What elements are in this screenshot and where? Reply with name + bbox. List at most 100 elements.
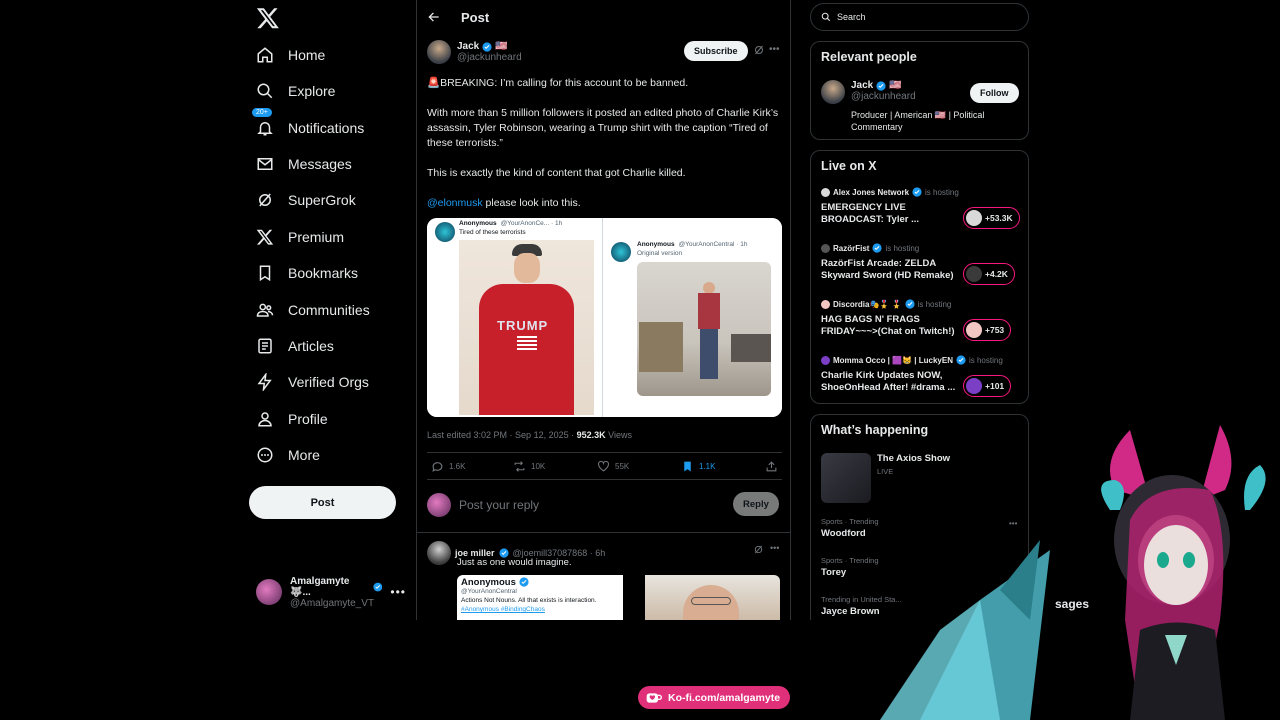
divider (417, 532, 790, 533)
post-header: Post (417, 0, 790, 34)
verified-badge-icon (912, 187, 922, 197)
nav-verified-orgs[interactable]: Verified Orgs (248, 364, 369, 400)
nav-label: SuperGrok (288, 192, 356, 208)
bell-icon (257, 122, 273, 136)
verified-badge-icon (872, 243, 883, 253)
post-button[interactable]: Post (249, 486, 396, 519)
host-avatar (821, 355, 830, 365)
heart-icon (598, 460, 609, 471)
post-text-paragraph: This is exactly the kind of content that… (427, 167, 686, 179)
follow-button[interactable]: Follow (970, 83, 1019, 103)
bookmark-count: 1.1K (699, 461, 716, 471)
host-avatar (821, 299, 830, 309)
post-text-paragraph: @elonmusk please look into this. (427, 196, 782, 211)
repost-action[interactable]: 10K (513, 460, 545, 473)
reply-count: 1.6K (449, 461, 466, 471)
listener-avatar (966, 322, 982, 338)
nav-notifications[interactable]: 20+ Notifications (248, 108, 365, 146)
search-bar[interactable] (810, 3, 1029, 31)
verified-badge-icon (876, 80, 886, 91)
nav-label: More (288, 447, 320, 463)
bolt-icon (257, 373, 272, 391)
bookmark-icon (684, 461, 691, 471)
host-status: is hosting (968, 355, 1003, 365)
comment-text: Just as one would imagine. (457, 557, 572, 568)
repost-icon (514, 460, 525, 472)
live-listener-count[interactable]: +4.2K (963, 263, 1015, 285)
mention-link[interactable]: @elonmusk (427, 197, 483, 209)
nav-label: Verified Orgs (288, 374, 369, 390)
more-dots-icon[interactable]: ••• (770, 543, 779, 553)
quote-hashtags: #Anonymous #BindingChaos (461, 606, 545, 613)
comment-media[interactable]: Anonymous @YourAnonCentral Actions Not N… (457, 575, 782, 620)
coffee-cup-icon (646, 692, 662, 703)
live-item[interactable]: Discordia🎭🎖️ 🎖️ is hosting HAG BAGS N' FR… (821, 299, 1021, 349)
like-action[interactable]: 55K (597, 460, 629, 473)
search-icon (257, 83, 273, 99)
avatar (427, 541, 451, 565)
live-item[interactable]: Alex Jones Network is hosting EMERGENCY L… (821, 187, 1021, 237)
quote-handle: @YourAnonCentral (461, 588, 517, 595)
grok-icon (259, 193, 271, 207)
subscribe-button[interactable]: Subscribe (684, 41, 748, 61)
nav-profile[interactable]: Profile (248, 401, 328, 437)
relevant-people-card: Relevant people Jack 🇺🇸 @jackunheard Pro… (810, 41, 1029, 140)
live-title: HAG BAGS N' FRAGS FRIDAY~~~>(Chat on Twi… (821, 314, 955, 337)
listener-avatar (966, 210, 982, 226)
live-listener-count[interactable]: +753 (963, 319, 1012, 341)
post-author[interactable]: Jack 🇺🇸 @jackunheard (427, 40, 522, 64)
nav-premium[interactable]: Premium (248, 219, 344, 255)
reply-icon (432, 461, 443, 472)
flag-icon: 🇺🇸 (889, 80, 902, 91)
home-icon (257, 47, 273, 63)
post-media[interactable]: Anonymous @YourAnonCe... · 1h Tired of th… (427, 218, 782, 417)
person-bio: Producer | American 🇺🇸 | Political Comme… (851, 110, 985, 132)
nav-articles[interactable]: Articles (248, 328, 334, 364)
live-listener-count[interactable]: +101 (963, 375, 1012, 397)
comment[interactable]: joe miller @joemill37087868 · 6h ••• Jus… (427, 541, 782, 620)
host-avatar (821, 243, 830, 253)
nav-explore[interactable]: Explore (248, 73, 335, 109)
post-text-rest: please look into this. (482, 197, 581, 209)
account-switcher[interactable]: Amalgamyte 🐺... @Amalgamyte_VT ••• (256, 576, 406, 609)
kofi-label: Ko-fi.com/amalgamyte (668, 691, 781, 704)
photo (645, 575, 780, 620)
more-dots-icon[interactable]: ••• (390, 585, 406, 599)
more-dots-icon[interactable]: ••• (769, 44, 780, 55)
host-status: is hosting (885, 243, 920, 253)
kofi-link[interactable]: Ko-fi.com/amalgamyte (638, 686, 790, 709)
listener-count: +753 (985, 325, 1005, 335)
nav-label: Notifications (288, 120, 365, 136)
back-arrow-icon[interactable] (427, 10, 441, 24)
nav-supergrok[interactable]: SuperGrok (248, 182, 356, 218)
nav-messages[interactable]: Messages (248, 146, 352, 182)
x-logo-icon[interactable] (256, 6, 280, 30)
grok-icon[interactable] (753, 44, 765, 56)
avatar (427, 40, 451, 64)
live-item[interactable]: RazörFist is hosting RazörFist Arcade: ZE… (821, 243, 1021, 293)
card-title: Live on X (821, 159, 877, 173)
live-item[interactable]: Momma Occo | 🟪😸 | LuckyEN is hosting Char… (821, 355, 1021, 405)
search-input[interactable] (837, 12, 1007, 22)
listener-count: +53.3K (985, 213, 1013, 223)
shot-name: Anonymous (637, 241, 675, 248)
live-listener-count[interactable]: +53.3K (963, 207, 1020, 229)
verified-badge-icon (904, 299, 915, 309)
host-name: Alex Jones Network (833, 187, 910, 197)
avatar (427, 493, 451, 517)
reply-button[interactable]: Reply (733, 492, 779, 516)
nav-communities[interactable]: Communities (248, 292, 370, 328)
bookmark-action[interactable]: 1.1K (681, 460, 715, 473)
people-icon (256, 303, 274, 317)
host-name: RazörFist (833, 243, 870, 253)
nav-more[interactable]: More (248, 437, 320, 473)
grok-icon[interactable] (753, 544, 764, 555)
share-action[interactable] (765, 460, 778, 473)
nav-home[interactable]: Home (248, 37, 325, 73)
reply-action[interactable]: 1.6K (431, 460, 465, 473)
nav-label: Profile (288, 411, 328, 427)
relevant-person[interactable]: Jack 🇺🇸 @jackunheard (821, 80, 916, 104)
reply-input[interactable]: Post your reply (459, 498, 539, 512)
nav-bookmarks[interactable]: Bookmarks (248, 255, 358, 291)
edited-screenshot: Anonymous @YourAnonCe... · 1h Tired of th… (427, 218, 603, 417)
